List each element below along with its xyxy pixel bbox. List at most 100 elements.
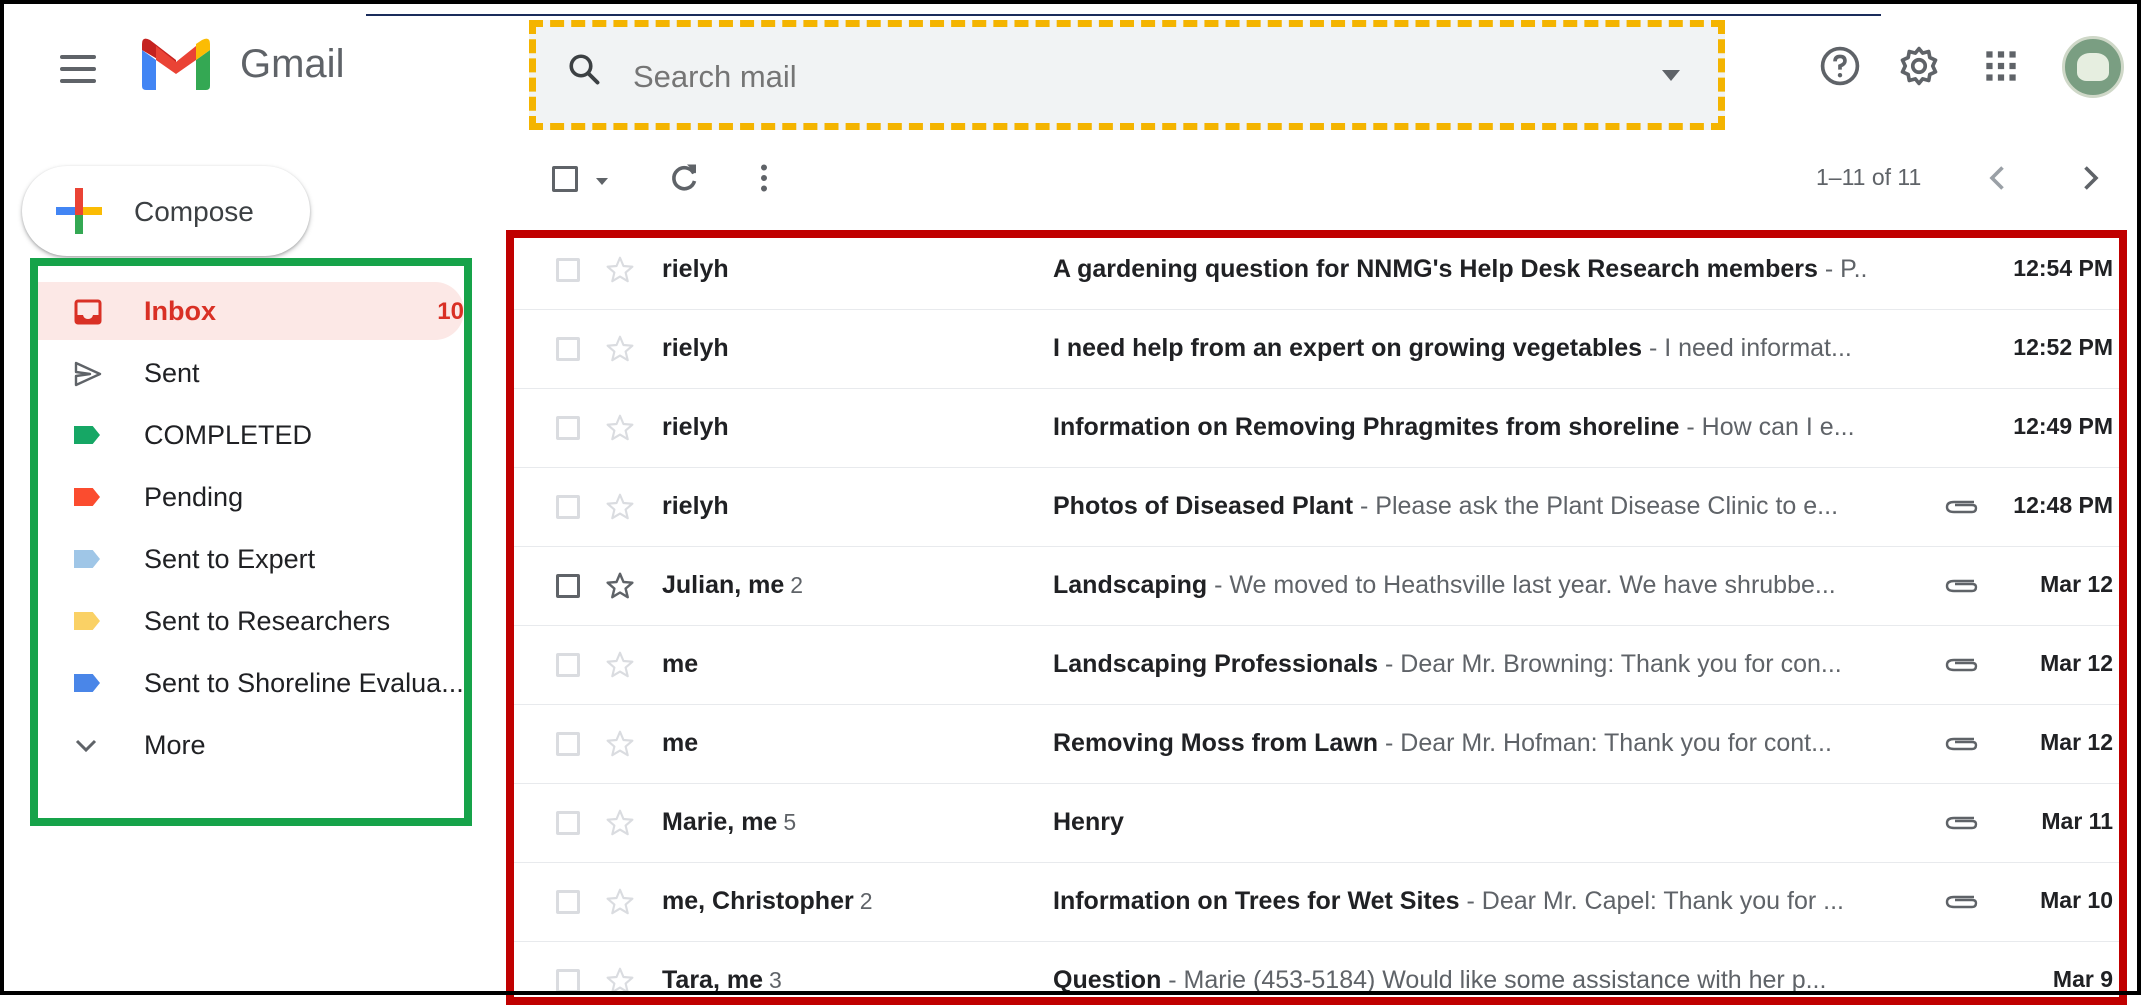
email-subject: Landscaping Professionals - Dear Mr. Bro…	[1053, 650, 1842, 678]
star-icon[interactable]	[604, 728, 636, 760]
email-subject: Photos of Diseased Plant - Please ask th…	[1053, 492, 1839, 520]
search-icon[interactable]	[566, 51, 602, 87]
settings-gear-icon[interactable]	[1897, 44, 1941, 88]
row-checkbox[interactable]	[556, 337, 580, 361]
attachment-icon	[1945, 816, 1978, 830]
sender-name: rielyh	[662, 492, 729, 520]
sidebar-item-more[interactable]: More	[38, 716, 464, 774]
select-all-checkbox[interactable]	[552, 166, 578, 192]
table-row[interactable]: me Removing Moss from Lawn - Dear Mr. Ho…	[514, 705, 2119, 784]
main-menu-icon[interactable]	[60, 55, 96, 83]
sender-name: rielyh	[662, 413, 729, 441]
compose-plus-icon	[56, 188, 102, 234]
sender-name: Marie, me 5	[662, 808, 797, 836]
star-icon[interactable]	[604, 254, 636, 286]
email-date: Mar 12	[2040, 571, 2113, 597]
email-subject: Information on Removing Phragmites from …	[1053, 413, 1855, 441]
row-checkbox[interactable]	[556, 574, 580, 598]
email-date: Mar 12	[2040, 650, 2113, 676]
row-checkbox[interactable]	[556, 811, 580, 835]
label-tag-icon	[74, 550, 100, 568]
gmail-brand-text: Gmail	[240, 42, 345, 86]
account-avatar[interactable]	[2062, 36, 2124, 98]
send-icon	[74, 361, 102, 387]
chevron-right-icon[interactable]	[2072, 160, 2108, 196]
chevron-left-icon[interactable]	[1980, 160, 2016, 196]
table-row[interactable]: rielyh I need help from an expert on gro…	[514, 310, 2119, 389]
email-date: 12:48 PM	[2013, 492, 2113, 518]
compose-label: Compose	[134, 196, 254, 227]
sidebar-item-label: Sent to Researchers	[144, 606, 391, 636]
star-icon[interactable]	[604, 965, 636, 997]
sender-name: rielyh	[662, 255, 729, 283]
star-icon[interactable]	[604, 333, 636, 365]
sidebar-nav: Inbox 10 Sent COMPLETED Pending Sent to …	[30, 258, 472, 826]
row-checkbox[interactable]	[556, 969, 580, 993]
sender-name: me	[662, 729, 699, 757]
gmail-logo-icon[interactable]	[138, 36, 214, 92]
sidebar-item-sent[interactable]: Sent	[38, 344, 464, 402]
search-box[interactable]	[529, 20, 1725, 130]
refresh-icon[interactable]	[666, 160, 702, 196]
table-row[interactable]: rielyh Photos of Diseased Plant - Please…	[514, 468, 2119, 547]
star-icon[interactable]	[604, 491, 636, 523]
sidebar-item-label: COMPLETED	[144, 420, 313, 450]
pagination-range: 1–11 of 11	[1816, 164, 1922, 190]
sidebar-item-pending[interactable]: Pending	[38, 468, 464, 526]
row-checkbox[interactable]	[556, 653, 580, 677]
search-input[interactable]	[631, 54, 1535, 100]
star-icon[interactable]	[604, 412, 636, 444]
attachment-icon	[1945, 658, 1978, 672]
sidebar-item-label: Sent	[144, 358, 200, 388]
inbox-icon	[74, 299, 102, 325]
row-checkbox[interactable]	[556, 258, 580, 282]
table-row[interactable]: Julian, me 2 Landscaping - We moved to He…	[514, 547, 2119, 626]
email-subject: Henry	[1053, 808, 1124, 836]
attachment-icon	[1945, 737, 1978, 751]
table-row[interactable]: Marie, me 5 Henry Mar 11	[514, 784, 2119, 863]
attachment-icon	[1945, 895, 1978, 909]
sidebar-item-sent-to-expert[interactable]: Sent to Expert	[38, 530, 464, 588]
email-subject: Question - Marie (453-5184) Would like s…	[1053, 966, 1827, 994]
sidebar-item-label: Sent to Expert	[144, 544, 316, 574]
inbox-unread-count: 10	[437, 298, 464, 325]
row-checkbox[interactable]	[556, 890, 580, 914]
table-row[interactable]: Tara, me 3 Question - Marie (453-5184) Wo…	[514, 942, 2119, 997]
star-icon[interactable]	[604, 886, 636, 918]
search-options-dropdown-icon[interactable]	[1662, 70, 1680, 81]
row-checkbox[interactable]	[556, 732, 580, 756]
table-row[interactable]: rielyh Information on Removing Phragmite…	[514, 389, 2119, 468]
sender-name: rielyh	[662, 334, 729, 362]
star-icon[interactable]	[604, 649, 636, 681]
row-checkbox[interactable]	[556, 495, 580, 519]
email-date: Mar 9	[2052, 966, 2113, 992]
select-options-caret-icon[interactable]	[596, 178, 608, 185]
table-row[interactable]: me Landscaping Professionals - Dear Mr. …	[514, 626, 2119, 705]
sidebar-item-completed[interactable]: COMPLETED	[38, 406, 464, 464]
compose-button[interactable]: Compose	[22, 166, 310, 256]
row-checkbox[interactable]	[556, 416, 580, 440]
sidebar-item-label: Sent to Shoreline Evalua...	[144, 668, 464, 698]
sender-name: Tara, me 3	[662, 966, 782, 994]
sidebar-item-sent-to-shoreline[interactable]: Sent to Shoreline Evalua...	[38, 654, 464, 712]
email-subject: Information on Trees for Wet Sites - Dea…	[1053, 887, 1844, 915]
sidebar-item-label: More	[144, 730, 206, 760]
more-options-icon[interactable]	[746, 160, 782, 196]
email-list: rielyh A gardening question for NNMG's H…	[506, 230, 2127, 1005]
label-tag-icon	[74, 674, 100, 692]
attachment-icon	[1945, 500, 1978, 514]
sidebar-item-inbox[interactable]: Inbox 10	[38, 282, 464, 340]
sidebar-item-label: Inbox	[144, 296, 216, 326]
table-row[interactable]: rielyh A gardening question for NNMG's H…	[514, 238, 2119, 310]
star-icon[interactable]	[604, 570, 636, 602]
chevron-down-icon	[75, 739, 97, 753]
email-date: 12:49 PM	[2013, 413, 2113, 439]
star-icon[interactable]	[604, 807, 636, 839]
help-icon[interactable]	[1818, 44, 1862, 88]
sidebar-item-sent-to-researchers[interactable]: Sent to Researchers	[38, 592, 464, 650]
sidebar-item-label: Pending	[144, 482, 244, 512]
attachment-icon	[1945, 579, 1978, 593]
table-row[interactable]: me, Christopher 2 Information on Trees fo…	[514, 863, 2119, 942]
google-apps-grid-icon[interactable]	[1979, 44, 2023, 88]
email-date: Mar 12	[2040, 729, 2113, 755]
